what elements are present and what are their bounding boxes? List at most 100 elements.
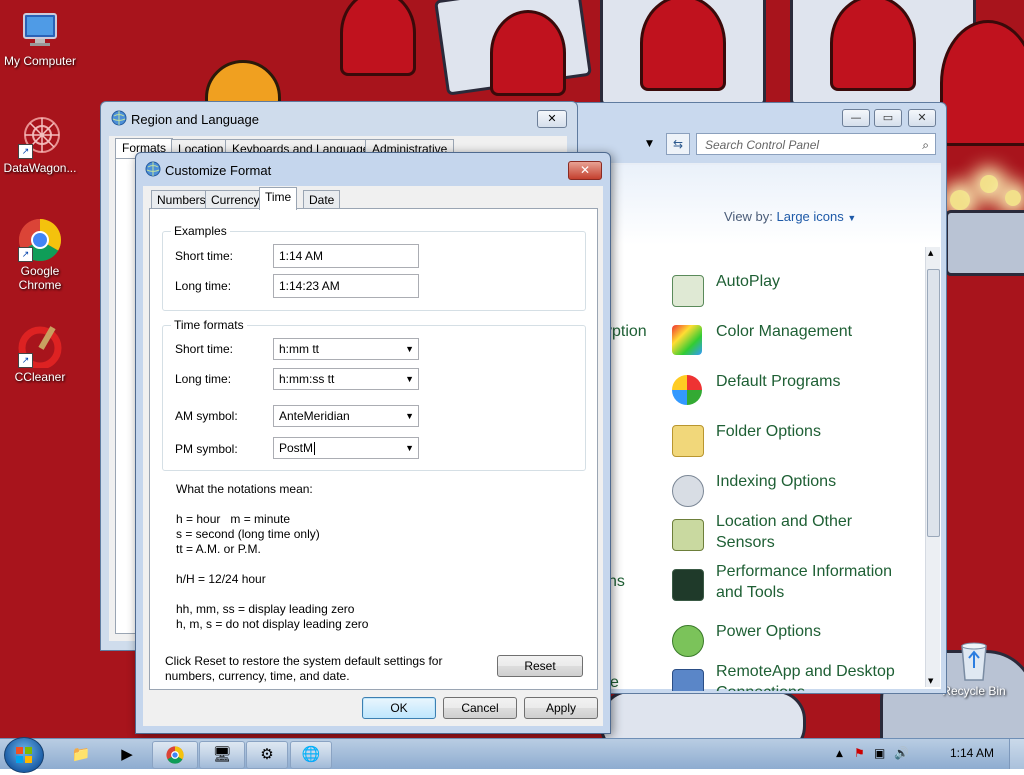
windows-logo-icon xyxy=(16,747,32,763)
notation-line: h = hour m = minute xyxy=(176,512,291,526)
chevron-down-icon[interactable]: ▼ xyxy=(405,406,414,426)
computer-icon xyxy=(18,8,62,52)
search-placeholder: Search Control Panel xyxy=(705,138,820,152)
item-color-management[interactable]: Color Management xyxy=(672,321,902,361)
wallpaper-chair xyxy=(830,0,916,91)
pm-symbol-value[interactable]: PostM xyxy=(279,441,313,455)
chrome-icon: ↗ xyxy=(18,218,62,262)
autoplay-icon xyxy=(672,275,704,307)
item-indexing-options[interactable]: Indexing Options xyxy=(672,471,902,511)
long-time-label: Long time: xyxy=(175,372,232,386)
item-power-options[interactable]: Power Options xyxy=(672,621,902,661)
long-time-combo[interactable]: h:mm:ss tt ▼ xyxy=(273,368,419,390)
performance-icon xyxy=(672,569,704,601)
chevron-down-icon[interactable]: ▼ xyxy=(405,339,414,359)
wallpaper-floor xyxy=(600,690,806,738)
reset-note: numbers, currency, time, and date. xyxy=(165,669,350,683)
item-autoplay[interactable]: AutoPlay xyxy=(672,271,902,311)
location-sensors-icon xyxy=(672,519,704,551)
wallpaper-chair xyxy=(340,0,416,76)
pm-symbol-combo[interactable]: PostM ▼ xyxy=(273,437,419,459)
tab-numbers[interactable]: Numbers xyxy=(151,190,212,209)
item-remoteapp[interactable]: RemoteApp and Desktop Connections xyxy=(672,661,902,691)
wallpaper-hat xyxy=(205,60,281,106)
chevron-down-icon[interactable]: ▼ xyxy=(405,438,414,458)
desktop-icon-label: Google Chrome xyxy=(18,264,62,292)
maximize-button[interactable]: ▭ xyxy=(874,109,902,127)
media-player-taskbar-icon[interactable]: ▶ xyxy=(106,741,148,769)
shortcut-arrow-icon: ↗ xyxy=(18,247,33,262)
desktop-icon-label: My Computer xyxy=(3,54,77,68)
color-management-icon xyxy=(672,325,702,355)
scrollbar-thumb[interactable] xyxy=(927,269,940,537)
wallpaper-machine xyxy=(945,210,1024,276)
item-label: Folder Options xyxy=(716,423,821,440)
network-icon[interactable]: ▣ xyxy=(874,746,885,760)
control-panel-taskbar-icon[interactable]: ⚙ xyxy=(246,741,288,769)
tab-currency[interactable]: Currency xyxy=(205,190,266,209)
scroll-down-icon[interactable]: ▼ xyxy=(928,677,933,685)
chevron-down-icon[interactable]: ▼ xyxy=(405,369,414,389)
address-dropdown-icon[interactable]: ▼ xyxy=(646,135,660,153)
volume-icon[interactable]: 🔊 xyxy=(894,746,909,760)
cancel-button[interactable]: Cancel xyxy=(443,697,517,719)
customize-format-dialog: Customize Format ✕ Numbers Currency Time… xyxy=(135,152,611,734)
short-time-combo[interactable]: h:mm tt ▼ xyxy=(273,338,419,360)
ccleaner-icon: ↗ xyxy=(18,324,62,370)
item-label: Location and Other Sensors xyxy=(716,513,853,551)
close-button[interactable]: ✕ xyxy=(908,109,936,127)
tab-time[interactable]: Time xyxy=(259,187,298,210)
reset-button[interactable]: Reset xyxy=(497,655,583,677)
scroll-up-icon[interactable]: ▲ xyxy=(928,249,933,257)
desktop-icon-my-computer[interactable]: My Computer xyxy=(0,8,80,68)
clock[interactable]: 1:14 AM xyxy=(950,746,994,760)
shortcut-arrow-icon: ↗ xyxy=(18,144,33,159)
am-symbol-label: AM symbol: xyxy=(175,409,238,423)
partial-item-label[interactable]: e xyxy=(610,674,619,692)
explorer-taskbar-icon[interactable]: 📁 xyxy=(60,741,102,769)
desktop-icon-google-chrome[interactable]: ↗ Google Chrome xyxy=(0,218,80,292)
item-location-sensors[interactable]: Location and Other Sensors xyxy=(672,511,902,561)
notation-line: h, m, s = do not display leading zero xyxy=(176,617,369,631)
item-performance-information[interactable]: Performance Information and Tools xyxy=(672,561,902,611)
time-formats-group: Time formats Short time: h:mm tt ▼ Long … xyxy=(162,318,586,471)
example-long-time-value: 1:14:23 AM xyxy=(273,274,419,298)
folder-options-icon xyxy=(672,425,704,457)
search-input[interactable]: Search Control Panel ⌕ xyxy=(696,133,936,155)
datawagon-icon: ↗ xyxy=(18,115,62,159)
refresh-icon[interactable]: ⇆ xyxy=(666,133,690,155)
wallpaper-light xyxy=(980,175,998,193)
show-desktop-button[interactable] xyxy=(1009,739,1024,769)
am-symbol-combo[interactable]: AnteMeridian ▼ xyxy=(273,405,419,427)
vertical-scrollbar[interactable]: ▲ ▼ xyxy=(925,247,940,687)
close-button[interactable]: ✕ xyxy=(537,110,567,128)
chrome-taskbar-icon[interactable] xyxy=(152,741,198,769)
desktop-icon-label: CCleaner xyxy=(14,370,66,384)
action-center-icon[interactable]: ⚑ xyxy=(854,746,865,760)
tab-date[interactable]: Date xyxy=(303,190,341,209)
view-by-dropdown[interactable]: Large icons xyxy=(777,209,844,224)
window-title: Region and Language xyxy=(131,112,259,127)
ok-button[interactable]: OK xyxy=(362,697,436,719)
region-taskbar-icon[interactable]: 🌐 xyxy=(290,741,332,769)
item-label: Performance Information and Tools xyxy=(716,563,893,601)
view-by: View by: Large icons ▼ xyxy=(724,209,856,224)
apply-button[interactable]: Apply xyxy=(524,697,598,719)
item-default-programs[interactable]: Default Programs xyxy=(672,371,902,411)
show-hidden-icons-icon[interactable]: ▲ xyxy=(836,749,843,759)
desktop-icon-ccleaner[interactable]: ↗ CCleaner xyxy=(0,324,80,384)
close-button[interactable]: ✕ xyxy=(568,161,602,180)
minimize-button[interactable]: — xyxy=(842,109,870,127)
pm-symbol-label: PM symbol: xyxy=(175,442,238,456)
power-options-icon xyxy=(672,625,704,657)
item-label: Color Management xyxy=(716,323,853,340)
remote-desktop-taskbar-icon[interactable]: 🖥 xyxy=(199,741,245,769)
item-label: AutoPlay xyxy=(716,273,781,290)
item-folder-options[interactable]: Folder Options xyxy=(672,421,902,461)
desktop-icon-datawagon[interactable]: ↗ DataWagon... xyxy=(0,115,80,175)
globe-icon xyxy=(145,161,161,180)
dialog-title: Customize Format xyxy=(165,163,272,178)
wallpaper-chair xyxy=(640,0,726,91)
examples-legend: Examples xyxy=(171,224,230,238)
system-tray: ▲ ⚑ ▣ 🔊 1:14 AM xyxy=(834,739,1024,769)
